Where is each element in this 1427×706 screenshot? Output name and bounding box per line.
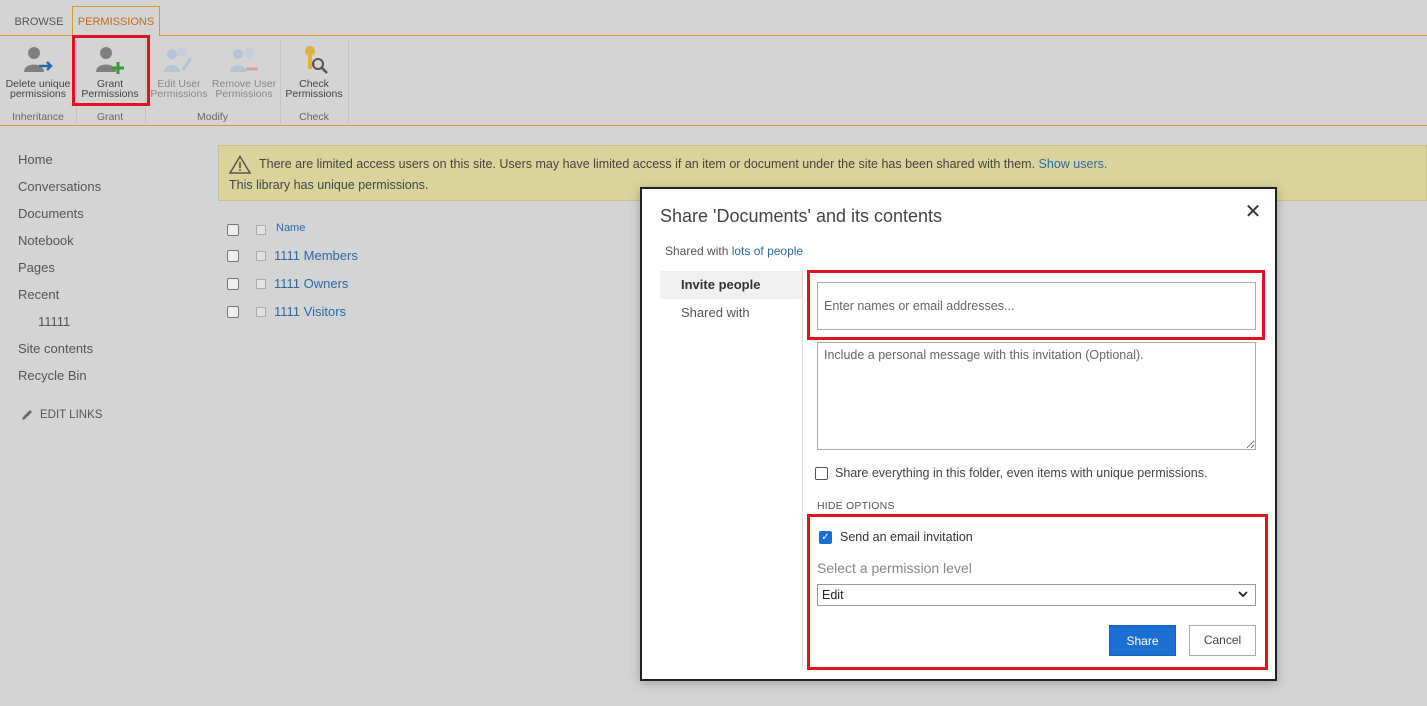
permission-level-label: Select a permission level [817,560,972,576]
grant-line2: Permissions [81,88,139,100]
hide-options-link[interactable]: HIDE OPTIONS [817,500,895,512]
nav-item-recycle-bin[interactable]: Recycle Bin [18,366,101,393]
row-select-box[interactable] [256,251,266,261]
tab-permissions[interactable]: PERMISSIONS [72,6,160,37]
nav-item-recent[interactable]: Recent [18,285,101,312]
group-label-modify: Modify [197,111,228,123]
share-everything-label: Share everything in this folder, even it… [835,466,1208,480]
chevron-down-icon [1238,591,1248,598]
ribbon-tab-bar: BROWSE PERMISSIONS [0,0,1427,37]
send-email-checkbox[interactable]: ✓ [819,530,832,544]
permission-level-value: Edit [822,588,844,602]
row-checkbox[interactable] [227,278,239,290]
tab-invite-people[interactable]: Invite people [660,271,802,299]
banner-line1: There are limited access users on this s… [259,157,1107,171]
column-header-name[interactable]: Name [276,222,305,234]
send-email-option: ✓ Send an email invitation [819,530,973,544]
check-line2: Permissions [285,88,343,100]
remove-user-line2: Permissions [215,88,273,100]
ribbon: Delete unique permissions Inheritance Gr… [0,36,1427,126]
delete-unique-line2: permissions [9,88,67,100]
tab-browse[interactable]: BROWSE [10,9,68,35]
edit-user-permissions-icon [164,47,193,72]
tab-shared-with[interactable]: Shared with [660,299,802,327]
select-all-checkbox[interactable] [227,224,239,236]
check-permissions-button[interactable]: Check Permissions [284,40,344,102]
nav-item-documents[interactable]: Documents [18,204,101,231]
grant-permissions-icon [96,47,124,74]
group-link-owners[interactable]: 1111 Owners [274,276,348,291]
row-select-box[interactable] [256,307,266,317]
grant-permissions-button[interactable]: Grant Permissions [76,40,144,102]
warning-icon [229,155,251,174]
row-checkbox[interactable] [227,306,239,318]
delete-permissions-icon [24,47,53,72]
key-search-icon [305,46,328,74]
shared-with-summary: Shared with lots of people [665,244,803,258]
share-button[interactable]: Share [1109,625,1176,656]
group-label-grant: Grant [96,111,124,123]
nav-item-site-contents[interactable]: Site contents [18,339,101,366]
edit-links-button[interactable]: EDIT LINKS [20,408,102,422]
group-link-visitors[interactable]: 1111 Visitors [274,304,346,319]
nav-item-pages[interactable]: Pages [18,258,101,285]
pencil-icon [22,410,32,420]
names-input[interactable] [817,282,1256,330]
nav-item-home[interactable]: Home [18,150,101,177]
edit-links-label: EDIT LINKS [40,409,103,421]
send-email-label: Send an email invitation [840,530,973,544]
remove-user-permissions-button[interactable]: Remove User Permissions [210,40,278,102]
banner-message: There are limited access users on this s… [259,157,1036,171]
show-users-link[interactable]: Show users. [1039,157,1108,171]
edit-user-permissions-button[interactable]: Edit User Permissions [149,40,209,102]
remove-user-permissions-icon [230,48,258,72]
permission-level-select[interactable]: Edit [817,584,1256,606]
share-everything-checkbox[interactable] [815,466,828,480]
delete-unique-permissions-button[interactable]: Delete unique permissions [2,40,74,102]
close-icon[interactable]: ✕ [1243,199,1263,224]
edit-user-line2: Permissions [150,88,208,100]
group-label-inheritance: Inheritance [12,111,64,123]
group-link-members[interactable]: 1111 Members [274,248,358,263]
lots-of-people-link[interactable]: lots of people [732,244,803,258]
row-select-box[interactable] [256,279,266,289]
nav-item-conversations[interactable]: Conversations [18,177,101,204]
nav-item-11111[interactable]: 11111 [18,312,101,339]
dialog-title: Share 'Documents' and its contents [660,206,943,226]
shared-with-prefix: Shared with [665,244,729,258]
nav-item-notebook[interactable]: Notebook [18,231,101,258]
personal-message-input[interactable] [817,342,1256,450]
banner-line2: This library has unique permissions. [229,178,429,192]
group-separator [348,40,349,124]
group-label-check: Check [299,111,329,123]
share-dialog: Share 'Documents' and its contents ✕ Sha… [640,187,1277,681]
header-checkbox[interactable] [256,225,266,235]
left-navigation: Home Conversations Documents Notebook Pa… [18,150,101,393]
row-checkbox[interactable] [227,250,239,262]
share-everything-option: Share everything in this folder, even it… [815,466,1207,480]
dialog-tabs: Invite people Shared with [660,271,803,669]
cancel-button[interactable]: Cancel [1189,625,1256,656]
